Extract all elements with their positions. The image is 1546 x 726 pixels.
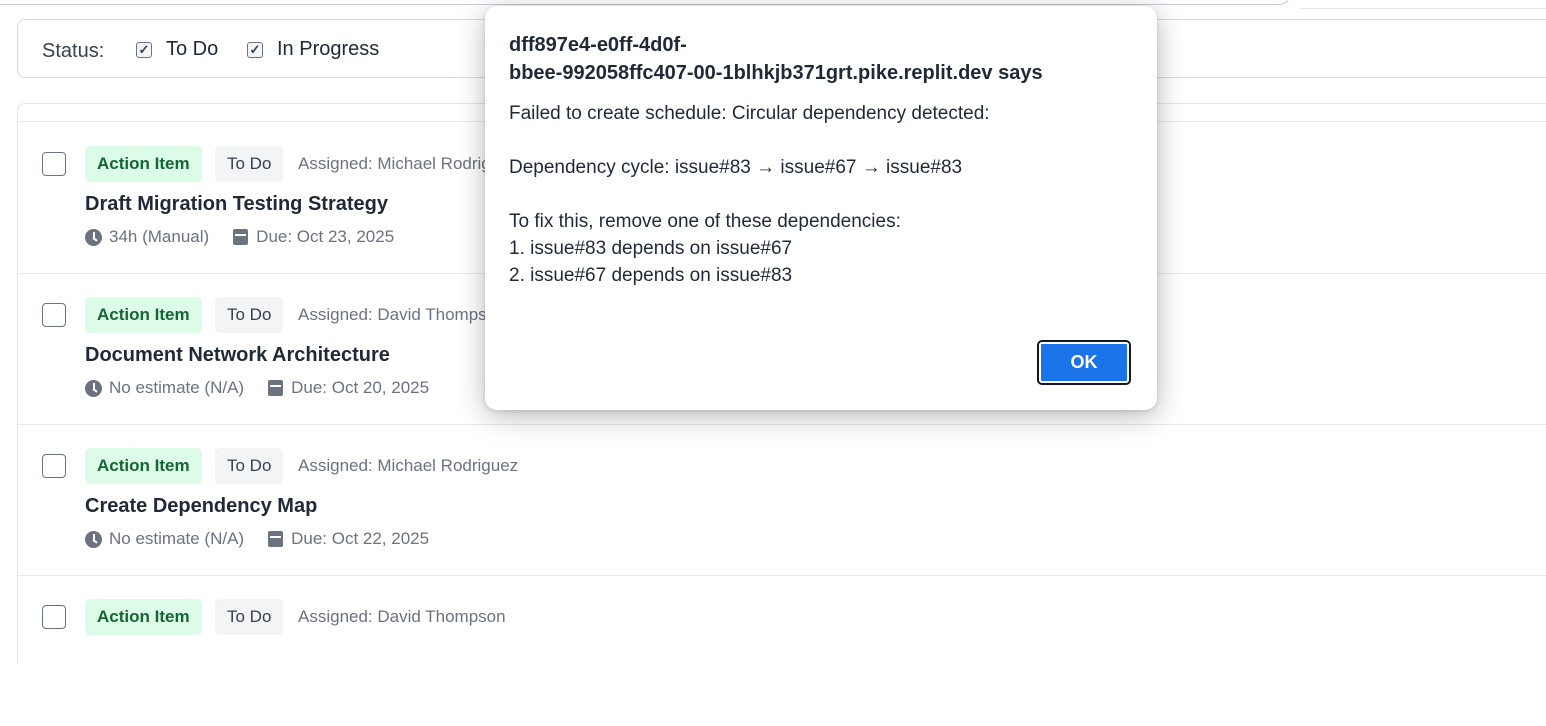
dialog-message-line	[509, 127, 1129, 154]
dialog-title: dff897e4-e0ff-4d0f- bbee-992058ffc407-00…	[509, 31, 1129, 87]
due-date-text: Due: Oct 20, 2025	[291, 378, 430, 397]
clock-icon	[85, 530, 102, 548]
filter-in-progress-label: In Progress	[277, 38, 380, 60]
type-badge: Action Item	[85, 297, 202, 333]
filter-in-progress[interactable]: ✓ In Progress	[247, 38, 379, 61]
type-badge: Action Item	[85, 448, 202, 484]
dialog-message-line	[509, 181, 1129, 208]
due-date-text: Due: Oct 22, 2025	[291, 529, 430, 548]
dialog-title-line: dff897e4-e0ff-4d0f-	[509, 34, 687, 56]
filter-todo[interactable]: ✓ To Do	[136, 38, 218, 61]
filter-in-progress-checkbox[interactable]: ✓	[247, 41, 263, 58]
filter-todo-checkbox[interactable]: ✓	[136, 41, 152, 58]
calendar-icon	[268, 380, 284, 396]
status-badge: To Do	[215, 146, 284, 182]
estimate-text: No estimate (N/A)	[109, 529, 245, 548]
task-title[interactable]: Draft Migration Testing Strategy	[85, 193, 388, 216]
dialog-message-line: 2. issue#67 depends on issue#83	[509, 265, 793, 286]
estimate-text: No estimate (N/A)	[109, 378, 245, 397]
ok-button[interactable]: OK	[1037, 340, 1131, 385]
task-meta: No estimate (N/A) Due: Oct 22, 2025	[85, 529, 429, 549]
due-date-text: Due: Oct 23, 2025	[256, 227, 395, 246]
alert-dialog: dff897e4-e0ff-4d0f- bbee-992058ffc407-00…	[485, 6, 1157, 410]
task-title[interactable]: Document Network Architecture	[85, 344, 390, 367]
status-badge: To Do	[215, 448, 284, 484]
task-select-checkbox[interactable]	[42, 303, 66, 327]
assignee-text: Assigned: David Thompson	[298, 305, 506, 324]
dialog-message-line: Dependency cycle: issue#83 → issue#67 → …	[509, 157, 963, 178]
status-filter-label: Status:	[42, 40, 105, 62]
assignee-text: Assigned: Michael Rodriguez	[298, 456, 519, 475]
task-meta: 34h (Manual) Due: Oct 23, 2025	[85, 227, 394, 247]
estimate-text: 34h (Manual)	[109, 227, 210, 246]
filter-todo-label: To Do	[166, 38, 219, 60]
status-badge: To Do	[215, 297, 284, 333]
toolbar-divider	[1300, 8, 1546, 9]
clock-icon	[85, 228, 102, 246]
address-bar-edge	[0, 0, 1291, 5]
task-row: Action Item To Do Assigned: David Thomps…	[18, 575, 1546, 726]
dialog-message-line: To fix this, remove one of these depende…	[509, 211, 901, 232]
type-badge: Action Item	[85, 146, 202, 182]
calendar-icon	[233, 229, 249, 245]
task-row: Action Item To Do Assigned: Michael Rodr…	[18, 424, 1546, 576]
task-meta: No estimate (N/A) Due: Oct 20, 2025	[85, 378, 429, 398]
task-select-checkbox[interactable]	[42, 605, 66, 629]
task-select-checkbox[interactable]	[42, 152, 66, 176]
clock-icon	[85, 379, 102, 397]
task-title[interactable]: Create Dependency Map	[85, 495, 317, 518]
calendar-icon	[268, 531, 284, 547]
assignee-text: Assigned: David Thompson	[298, 607, 506, 626]
dialog-message-line: Failed to create schedule: Circular depe…	[509, 103, 990, 124]
task-select-checkbox[interactable]	[42, 454, 66, 478]
dialog-message: Failed to create schedule: Circular depe…	[509, 100, 1129, 289]
dialog-message-line: 1. issue#83 depends on issue#67	[509, 238, 793, 259]
dialog-title-line: bbee-992058ffc407-00-1blhkjb371grt.pike.…	[509, 62, 1043, 84]
